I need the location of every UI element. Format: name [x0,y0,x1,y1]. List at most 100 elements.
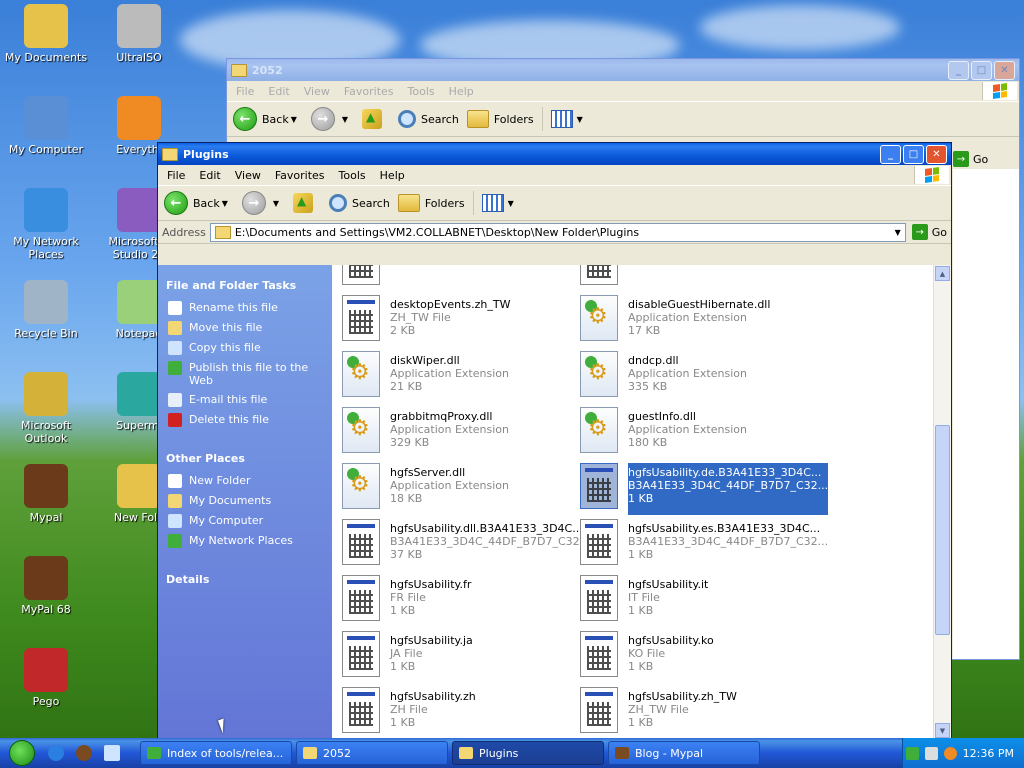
menu-file[interactable]: File [160,169,192,182]
volume-icon[interactable] [924,746,938,760]
file-item[interactable]: hgfsUsability.zh_TW ZH_TW File 1 KB [580,687,810,739]
task-section-title[interactable]: File and Folder Tasks [158,271,332,298]
file-item[interactable]: dndcp.dllApplication Extension335 KB [580,351,810,403]
file-item[interactable]: 2 KB [342,265,572,291]
task-section-title[interactable]: Other Places [158,444,332,471]
menu-tools[interactable]: Tools [332,169,373,182]
up-button[interactable] [362,109,390,129]
desktop-icon-icons_col1-6[interactable]: MyPal 68 [3,556,89,616]
desktop-icon-icons_col1-3[interactable]: Recycle Bin [3,280,89,340]
maximize-button[interactable]: □ [903,144,924,164]
file-item[interactable]: 2 KB [580,265,810,291]
desktop-icon-icons_col1-2[interactable]: My Network Places [3,188,89,261]
taskbar-button-0[interactable]: Index of tools/relea... [140,741,292,765]
clock[interactable]: 12:36 PM [963,747,1014,760]
taskbar-button-3[interactable]: Blog - Mypal [608,741,760,765]
task-my-computer[interactable]: My Computer [158,511,332,531]
task-my-documents[interactable]: My Documents [158,491,332,511]
file-item[interactable]: disableGuestHibernate.dllApplication Ext… [580,295,810,347]
close-button[interactable]: ✕ [926,144,947,164]
menu-help[interactable]: Help [373,169,412,182]
start-button[interactable] [0,738,44,768]
file-item[interactable]: hgfsUsability.it IT File 1 KB [580,575,810,627]
desktop-icon-icons_col1-0[interactable]: My Documents [3,4,89,64]
folders-button[interactable]: Folders [466,110,534,128]
folders-button[interactable]: Folders [397,194,465,212]
taskbar-button-2[interactable]: Plugins [452,741,604,765]
minimize-button[interactable]: _ [880,144,901,164]
back-button[interactable]: ← Back ▼ [233,107,303,131]
scroll-up-button[interactable]: ▲ [935,266,950,281]
file-item[interactable]: hgfsUsability.de.B3A41E33_3D4C... B3A41E3… [580,463,829,515]
up-button[interactable] [293,193,321,213]
address-dropdown-icon[interactable]: ▼ [891,228,905,237]
forward-arrow-icon: → [310,107,335,131]
file-item[interactable]: hgfsUsability.dll.B3A41E33_3D4C... B3A41E… [342,519,590,571]
titlebar-2052[interactable]: 2052 _ □ ✕ [227,59,1019,81]
file-item[interactable]: hgfsUsability.fr FR File 1 KB [342,575,572,627]
file-item[interactable]: hgfsServer.dllApplication Extension18 KB [342,463,572,515]
titlebar-plugins[interactable]: Plugins _ □ ✕ [158,143,951,165]
search-label: Search [352,196,390,210]
menu-help[interactable]: Help [442,85,481,98]
task-rename-this-file[interactable]: Rename this file [158,298,332,318]
search-button[interactable]: Search [398,110,459,128]
maximize-button[interactable]: □ [971,60,992,80]
views-button[interactable]: ▼ [550,110,589,128]
desktop-icon-icons_col1-7[interactable]: Pego [3,648,89,708]
desktop-icon-label: Mypal [29,511,63,524]
file-item[interactable]: guestInfo.dllApplication Extension180 KB [580,407,810,459]
views-button[interactable]: ▼ [481,194,520,212]
file-item[interactable]: diskWiper.dllApplication Extension21 KB [342,351,572,403]
scroll-thumb[interactable] [935,425,950,635]
task-delete-this-file[interactable]: Delete this file [158,410,332,430]
file-item[interactable]: hgfsUsability.zh ZH File 1 KB [342,687,572,739]
menu-edit[interactable]: Edit [192,169,227,182]
task-pane: File and Folder Tasks Rename this file Mov… [158,265,332,739]
network-icon[interactable] [905,746,919,760]
window-plugins[interactable]: Plugins _ □ ✕ File Edit View Favorites Tools… [157,142,952,740]
menu-view[interactable]: View [297,85,337,98]
file-item[interactable]: grabbitmqProxy.dllApplication Extension3… [342,407,572,459]
task-new-folder[interactable]: New Folder [158,471,332,491]
forward-button[interactable]: → ▼ [310,107,354,131]
go-button[interactable]: → Go [911,224,947,240]
taskbar-button-1[interactable]: 2052 [296,741,448,765]
minimize-button[interactable]: _ [948,60,969,80]
menu-tools[interactable]: Tools [401,85,442,98]
menu-file[interactable]: File [229,85,261,98]
address-input[interactable]: E:\Documents and Settings\VM2.COLLABNET\… [209,222,906,242]
menu-edit[interactable]: Edit [261,85,296,98]
file-item[interactable]: hgfsUsability.ja JA File 1 KB [342,631,572,683]
file-item[interactable]: hgfsUsability.ko KO File 1 KB [580,631,810,683]
menu-favorites[interactable]: Favorites [268,169,332,182]
task-e-mail-this-file[interactable]: E-mail this file [158,390,332,410]
go-button-2052[interactable]: → Go [953,151,988,167]
task-move-this-file[interactable]: Move this file [158,318,332,338]
menu-view[interactable]: View [228,169,268,182]
back-button[interactable]: ← Back ▼ [164,191,234,215]
scroll-down-button[interactable]: ▼ [935,723,950,738]
menu-favorites[interactable]: Favorites [337,85,401,98]
vertical-scrollbar[interactable]: ▲ ▼ [933,265,951,739]
desktop-icon-icons_col1-5[interactable]: Mypal [3,464,89,524]
quicklaunch-desktop[interactable] [100,742,124,764]
task-section-title[interactable]: Details [158,565,332,592]
search-tray-icon[interactable] [943,746,957,760]
file-text: hgfsUsability.ja JA File 1 KB [390,631,473,683]
search-button[interactable]: Search [329,194,390,212]
quicklaunch-ie[interactable] [44,742,68,764]
task-copy-this-file[interactable]: Copy this file [158,338,332,358]
file-text: hgfsUsability.es.B3A41E33_3D4C... B3A41E3… [628,519,828,571]
file-item[interactable]: hgfsUsability.es.B3A41E33_3D4C... B3A41E3… [580,519,828,571]
task-publish-this-file-to-the-web[interactable]: Publish this file to the Web [158,358,332,390]
desktop-icon-icons_col1-1[interactable]: My Computer [3,96,89,156]
desktop-icon-icons_col2-0[interactable]: UltraISO [96,4,182,64]
quicklaunch-mypal[interactable] [72,742,96,764]
file-item[interactable]: desktopEvents.zh_TW ZH_TW File 2 KB [342,295,572,347]
system-file-icon [342,631,380,677]
close-button[interactable]: ✕ [994,60,1015,80]
desktop-icon-icons_col1-4[interactable]: Microsoft Outlook [3,372,89,445]
task-my-network-places[interactable]: My Network Places [158,531,332,551]
forward-button[interactable]: → ▼ [241,191,285,215]
